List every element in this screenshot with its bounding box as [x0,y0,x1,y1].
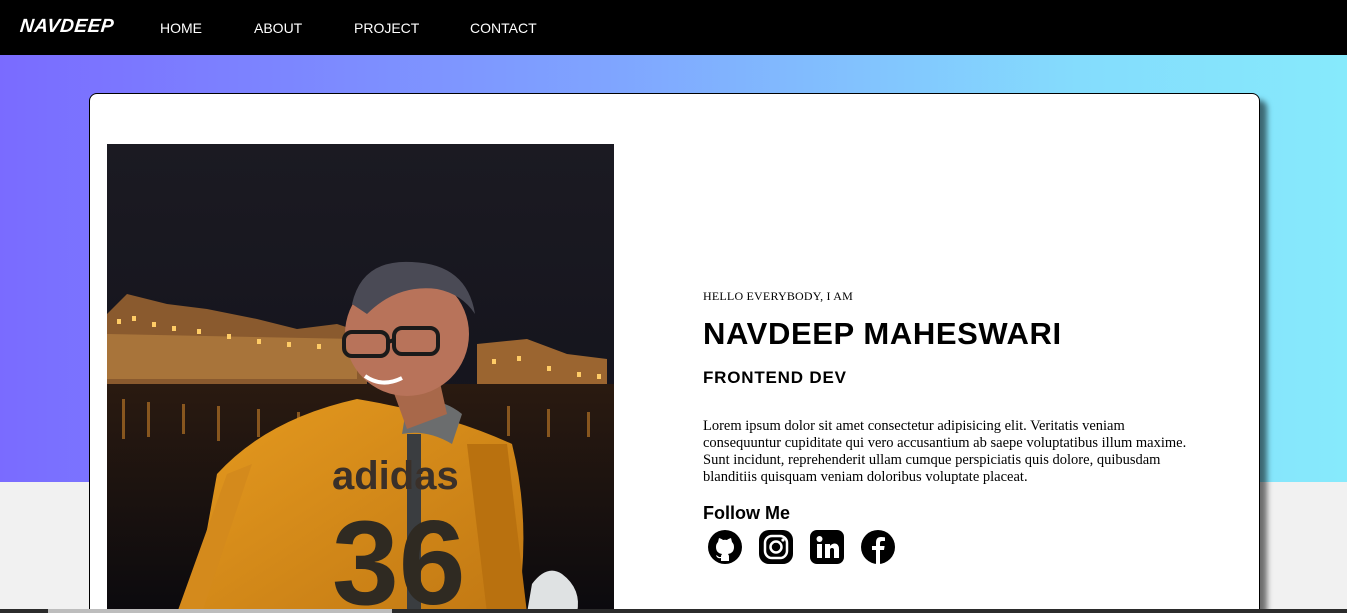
horizontal-scrollbar-thumb[interactable] [48,609,392,613]
hero-role: FRONTEND DEV [703,368,847,387]
nav-link-home[interactable]: HOME [160,20,202,36]
profile-photo: adidas 36 [107,144,614,613]
instagram-icon[interactable] [758,529,794,565]
linkedin-icon[interactable] [809,529,845,565]
social-links [707,529,896,565]
follow-me-heading: Follow Me [703,503,790,523]
facebook-icon[interactable] [860,529,896,565]
photo-shirt-number: 36 [332,496,465,613]
nav-link-project[interactable]: PROJECT [354,20,419,36]
nav-link-contact[interactable]: CONTACT [470,20,537,36]
photo-shirt-text: adidas [332,454,459,498]
hero-intro-text: HELLO EVERYBODY, I AM [703,289,853,303]
site-logo[interactable]: NAVDEEP [19,16,115,38]
github-icon[interactable] [707,529,743,565]
nav-link-about[interactable]: ABOUT [254,20,302,36]
top-navbar: NAVDEEP HOME ABOUT PROJECT CONTACT [0,0,1347,55]
hero-name: NAVDEEP MAHESWARI [703,316,1062,351]
hero-bio: Lorem ipsum dolor sit amet consectetur a… [703,418,1187,485]
